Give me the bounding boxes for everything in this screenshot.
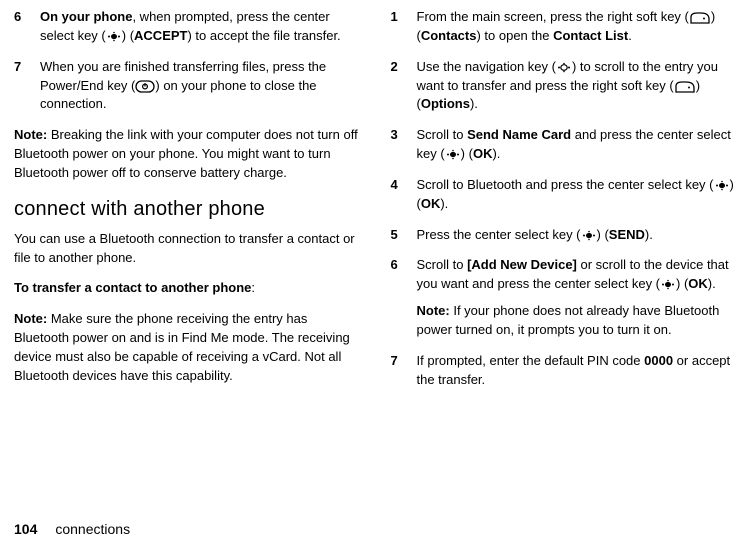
step-3: 3 Scroll to Send Name Card and press the… bbox=[391, 126, 740, 164]
right-soft-key-icon bbox=[674, 80, 696, 94]
ui-label: Contact List bbox=[553, 28, 628, 43]
note-lead: Note: bbox=[14, 127, 47, 142]
text: ) to accept the file transfer. bbox=[187, 28, 340, 43]
section-label: connections bbox=[55, 519, 130, 539]
center-select-key-icon bbox=[714, 179, 730, 192]
text: ). bbox=[440, 196, 448, 211]
step-body: On your phone, when prompted, press the … bbox=[40, 8, 363, 46]
text: : bbox=[251, 280, 255, 295]
pin-code: 0000 bbox=[644, 353, 673, 368]
step-number: 7 bbox=[391, 352, 417, 390]
text: ). bbox=[492, 146, 500, 161]
note-paragraph: Note: Make sure the phone receiving the … bbox=[14, 310, 363, 385]
center-select-key-icon bbox=[581, 229, 597, 242]
text: Scroll to Bluetooth and press the center… bbox=[417, 177, 714, 192]
ui-label: Options bbox=[421, 96, 470, 111]
step-2: 2 Use the navigation key () to scroll to… bbox=[391, 58, 740, 115]
two-column-layout: 6 On your phone, when prompted, press th… bbox=[14, 8, 739, 515]
text: ) ( bbox=[461, 146, 473, 161]
note-paragraph: Note: Breaking the link with your comput… bbox=[14, 126, 363, 183]
step-7-right: 7 If prompted, enter the default PIN cod… bbox=[391, 352, 740, 390]
step-body: When you are finished transferring files… bbox=[40, 58, 363, 115]
text: ) ( bbox=[122, 28, 134, 43]
step-body: From the main screen, press the right so… bbox=[417, 8, 740, 46]
ui-label: SEND bbox=[609, 227, 645, 242]
text: Use the navigation key ( bbox=[417, 59, 556, 74]
text: ) ( bbox=[676, 276, 688, 291]
text: ). bbox=[470, 96, 478, 111]
step-body: Use the navigation key () to scroll to t… bbox=[417, 58, 740, 115]
note-body: If your phone does not already have Blue… bbox=[417, 303, 720, 337]
right-column: 1 From the main screen, press the right … bbox=[391, 8, 740, 515]
ui-label: Send Name Card bbox=[467, 127, 571, 142]
emphasis: On your phone bbox=[40, 9, 132, 24]
text: Scroll to bbox=[417, 127, 468, 142]
text: Scroll to bbox=[417, 257, 468, 272]
step-number: 6 bbox=[14, 8, 40, 46]
note-body: Make sure the phone receiving the entry … bbox=[14, 311, 350, 383]
text: ) to open the bbox=[476, 28, 553, 43]
ui-label: [Add New Device] bbox=[467, 257, 577, 272]
right-soft-key-icon bbox=[689, 11, 711, 25]
text: If prompted, enter the default PIN code bbox=[417, 353, 645, 368]
note-body: Breaking the link with your computer doe… bbox=[14, 127, 358, 180]
subhead-text: To transfer a contact to another phone bbox=[14, 280, 251, 295]
step-number: 7 bbox=[14, 58, 40, 115]
step-number: 6 bbox=[391, 256, 417, 339]
step-number: 4 bbox=[391, 176, 417, 214]
ui-label: ACCEPT bbox=[134, 28, 187, 43]
step-6-left: 6 On your phone, when prompted, press th… bbox=[14, 8, 363, 46]
page-number: 104 bbox=[14, 519, 37, 539]
text: ) ( bbox=[597, 227, 609, 242]
step-number: 1 bbox=[391, 8, 417, 46]
left-column: 6 On your phone, when prompted, press th… bbox=[14, 8, 363, 515]
step-body: Scroll to Send Name Card and press the c… bbox=[417, 126, 740, 164]
center-select-key-icon bbox=[660, 278, 676, 291]
step-6-right: 6 Scroll to [Add New Device] or scroll t… bbox=[391, 256, 740, 339]
intro-paragraph: You can use a Bluetooth connection to tr… bbox=[14, 230, 363, 268]
page-footer: 104 connections bbox=[14, 515, 739, 539]
power-end-key-icon bbox=[135, 80, 155, 93]
step-number: 2 bbox=[391, 58, 417, 115]
note-lead: Note: bbox=[417, 303, 450, 318]
step-number: 3 bbox=[391, 126, 417, 164]
step-body: Press the center select key ( ) (SEND). bbox=[417, 226, 740, 245]
step-body: Scroll to [Add New Device] or scroll to … bbox=[417, 256, 740, 339]
step-4: 4 Scroll to Bluetooth and press the cent… bbox=[391, 176, 740, 214]
step-number: 5 bbox=[391, 226, 417, 245]
step-5: 5 Press the center select key ( ) (SEND). bbox=[391, 226, 740, 245]
step-1: 1 From the main screen, press the right … bbox=[391, 8, 740, 46]
ui-label: Contacts bbox=[421, 28, 477, 43]
text: ). bbox=[645, 227, 653, 242]
step-body: If prompted, enter the default PIN code … bbox=[417, 352, 740, 390]
text: . bbox=[628, 28, 632, 43]
text: ). bbox=[708, 276, 716, 291]
center-select-key-icon bbox=[106, 30, 122, 43]
center-select-key-icon bbox=[445, 148, 461, 161]
note-lead: Note: bbox=[14, 311, 47, 326]
ui-label: OK bbox=[421, 196, 441, 211]
text: Press the center select key ( bbox=[417, 227, 581, 242]
text: From the main screen, press the right so… bbox=[417, 9, 689, 24]
ui-label: OK bbox=[688, 276, 708, 291]
sub-heading: To transfer a contact to another phone: bbox=[14, 279, 363, 298]
section-heading: connect with another phone bbox=[14, 195, 363, 224]
navigation-key-icon bbox=[556, 61, 572, 74]
step-body: Scroll to Bluetooth and press the center… bbox=[417, 176, 740, 214]
manual-page: 6 On your phone, when prompted, press th… bbox=[0, 0, 753, 545]
ui-label: OK bbox=[473, 146, 493, 161]
step-7-left: 7 When you are finished transferring fil… bbox=[14, 58, 363, 115]
